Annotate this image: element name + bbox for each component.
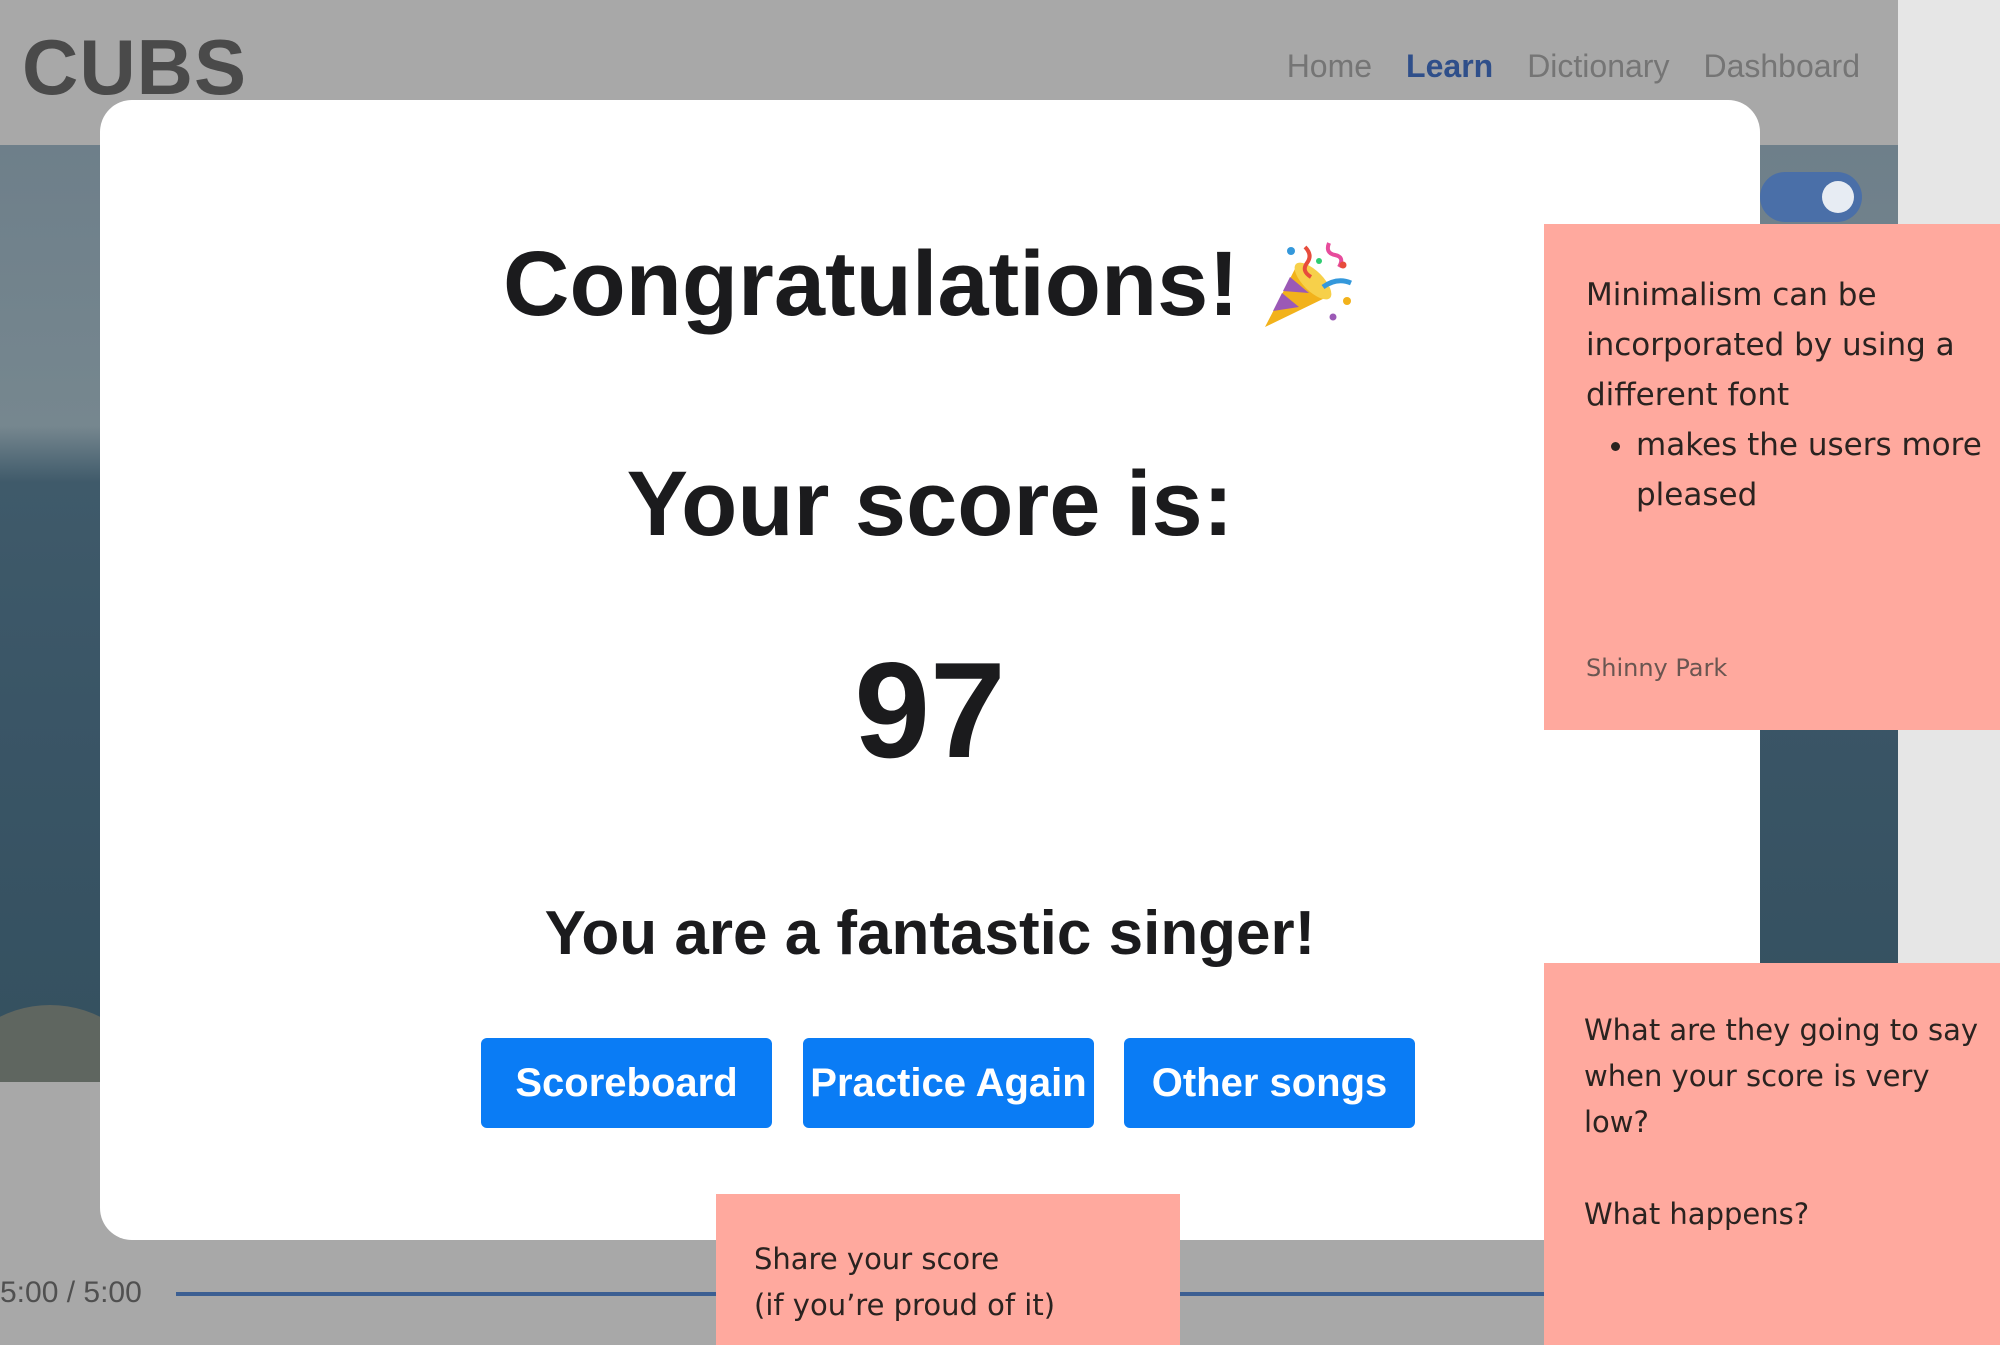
toggle-switch[interactable] [1760, 172, 1862, 222]
score-label: Your score is: [626, 453, 1234, 555]
note-bullet-list: makes the users more pleased [1636, 420, 2000, 520]
score-message: You are a fantastic singer! [544, 899, 1316, 968]
nav-dictionary[interactable]: Dictionary [1527, 48, 1669, 85]
note-author: Shinny Park [1586, 654, 1728, 682]
nav-dashboard[interactable]: Dashboard [1703, 48, 1860, 85]
note-text: incorporated by using a [1586, 327, 1955, 363]
note-text: (if you’re proud of it) [754, 1288, 1056, 1322]
note-text: different font [1586, 377, 1790, 413]
note-text: What happens? [1584, 1197, 1810, 1231]
playback-time: 5:00 / 5:00 [0, 1276, 142, 1309]
top-nav: Home Learn Dictionary Dashboard [1287, 48, 1860, 85]
party-popper-icon [1264, 241, 1352, 327]
nav-home[interactable]: Home [1287, 48, 1372, 85]
note-text: low? [1584, 1105, 1649, 1139]
sticky-note-share-score[interactable]: Share your score (if you’re proud of it) [716, 1194, 1180, 1345]
scoreboard-button[interactable]: Scoreboard [481, 1038, 772, 1128]
note-text: Share your score [754, 1242, 1000, 1276]
note-bullet-text: makes the users more [1636, 427, 1982, 463]
sticky-note-low-score[interactable]: What are they going to say when your sco… [1544, 963, 2000, 1345]
note-text: when your score is very [1584, 1059, 1930, 1093]
sticky-note-minimalism[interactable]: Minimalism can be incorporated by using … [1544, 224, 2000, 730]
score-value: 97 [854, 634, 1006, 786]
note-bullet-text: pleased [1636, 477, 1758, 513]
note-bullet-item: makes the users more pleased [1636, 420, 2000, 520]
nav-learn[interactable]: Learn [1406, 48, 1493, 85]
practice-again-button[interactable]: Practice Again [803, 1038, 1094, 1128]
modal-title: Congratulations! [503, 233, 1239, 335]
note-text: Minimalism can be [1586, 277, 1877, 313]
other-songs-button[interactable]: Other songs [1124, 1038, 1415, 1128]
note-text: What are they going to say [1584, 1013, 1979, 1047]
